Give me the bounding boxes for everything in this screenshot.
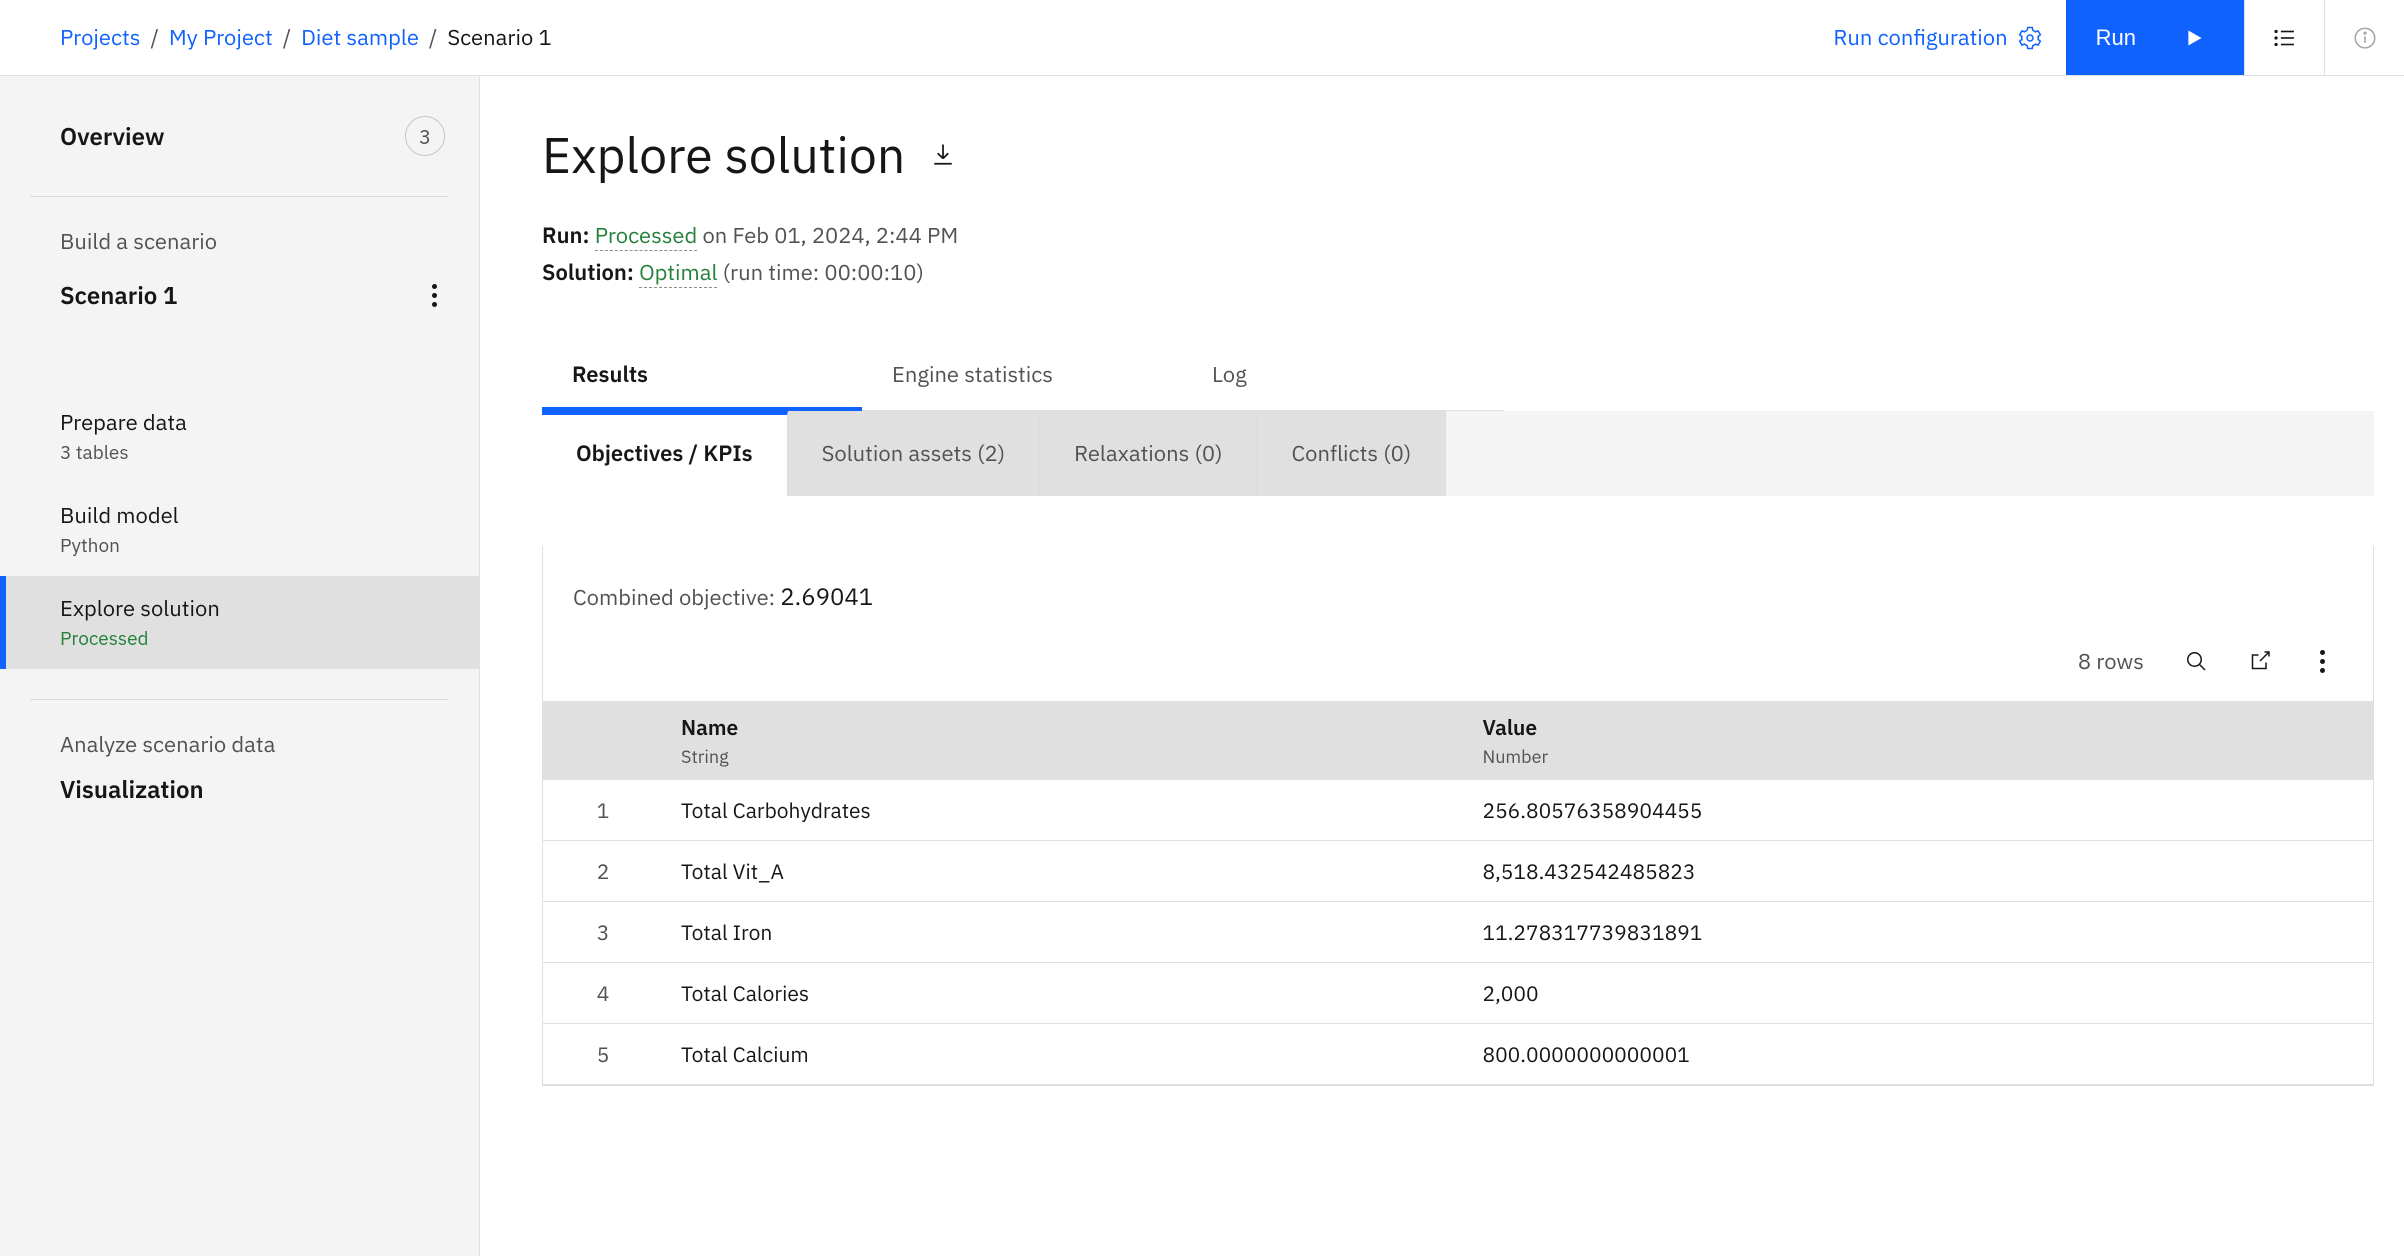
solution-status: Optimal <box>639 258 717 288</box>
row-name: Total Iron <box>663 901 1464 962</box>
sidebar-overview[interactable]: Overview 3 <box>0 106 479 166</box>
tab-engine-statistics[interactable]: Engine statistics <box>862 342 1182 410</box>
sidebar-build-label: Build a scenario <box>0 227 479 256</box>
row-index: 5 <box>543 1023 663 1084</box>
run-configuration-link[interactable]: Run configuration <box>1809 0 2065 75</box>
objectives-panel: Combined objective: 2.69041 8 rows <box>542 546 2374 1086</box>
run-status: Processed <box>595 221 698 251</box>
search-icon[interactable] <box>2184 649 2208 673</box>
list-toggle-button[interactable] <box>2244 0 2324 75</box>
run-label: Run: <box>542 221 590 250</box>
overview-count-badge: 3 <box>405 116 445 156</box>
tab-relaxations[interactable]: Relaxations (0) <box>1040 411 1257 496</box>
overflow-menu-icon[interactable] <box>424 276 445 315</box>
combined-objective: Combined objective: 2.69041 <box>543 580 2373 612</box>
solution-runtime: (run time: 00:00:10) <box>723 258 924 287</box>
play-icon <box>2184 28 2204 48</box>
export-icon[interactable] <box>2248 649 2272 673</box>
row-index: 1 <box>543 780 663 841</box>
run-meta: Run: Processed on Feb 01, 2024, 2:44 PM … <box>542 217 2374 292</box>
list-icon <box>2272 25 2298 51</box>
page-title: Explore solution <box>542 122 905 187</box>
column-header-name[interactable]: Name String <box>663 701 1464 780</box>
tab-objectives-kpis[interactable]: Objectives / KPIs <box>542 411 788 496</box>
row-name: Total Calcium <box>663 1023 1464 1084</box>
sidebar-analyze-label: Analyze scenario data <box>0 730 479 759</box>
column-type: Number <box>1482 745 2355 768</box>
kpi-table: Name String Value Number 1 Tota <box>543 701 2373 1085</box>
run-button[interactable]: Run <box>2066 0 2244 75</box>
sidebar-scenario-label: Scenario 1 <box>60 279 177 311</box>
row-value: 11.278317739831891 <box>1464 901 2373 962</box>
row-value: 800.0000000000001 <box>1464 1023 2373 1084</box>
row-name: Total Vit_A <box>663 840 1464 901</box>
secondary-tabs: Objectives / KPIs Solution assets (2) Re… <box>542 411 2374 496</box>
row-value: 256.80576358904455 <box>1464 780 2373 841</box>
info-button[interactable] <box>2324 0 2404 75</box>
nav-title: Explore solution <box>60 594 419 623</box>
combined-objective-value: 2.69041 <box>780 580 873 612</box>
main-content: Explore solution Run: Processed on Feb 0… <box>480 76 2404 1256</box>
sidebar-scenario[interactable]: Scenario 1 <box>0 270 479 320</box>
row-index: 4 <box>543 962 663 1023</box>
column-header-index <box>543 701 663 780</box>
table-row[interactable]: 4 Total Calories 2,000 <box>543 962 2373 1023</box>
row-index: 2 <box>543 840 663 901</box>
table-row[interactable]: 5 Total Calcium 800.0000000000001 <box>543 1023 2373 1084</box>
combined-objective-label: Combined objective: <box>573 583 775 612</box>
sidebar-item-prepare-data[interactable]: Prepare data 3 tables <box>0 390 479 483</box>
row-name: Total Carbohydrates <box>663 780 1464 841</box>
nav-subtitle: Processed <box>60 627 419 651</box>
sidebar: Overview 3 Build a scenario Scenario 1 P… <box>0 76 480 1256</box>
run-button-label: Run <box>2096 25 2136 51</box>
gear-icon <box>2018 26 2042 50</box>
topbar: Projects / My Project / Diet sample / Sc… <box>0 0 2404 76</box>
table-row[interactable]: 1 Total Carbohydrates 256.80576358904455 <box>543 780 2373 841</box>
table-row[interactable]: 2 Total Vit_A 8,518.432542485823 <box>543 840 2373 901</box>
nav-title: Prepare data <box>60 408 419 437</box>
sidebar-divider <box>30 699 449 700</box>
run-timestamp: on Feb 01, 2024, 2:44 PM <box>702 221 958 250</box>
sidebar-item-build-model[interactable]: Build model Python <box>0 483 479 576</box>
breadcrumb-current: Scenario 1 <box>447 23 551 52</box>
rows-count-label: 8 rows <box>2078 647 2144 676</box>
column-type: String <box>681 745 1446 768</box>
overflow-menu-icon[interactable] <box>2312 642 2333 681</box>
breadcrumb-projects[interactable]: Projects <box>60 23 140 52</box>
solution-label: Solution: <box>542 258 634 287</box>
tab-log[interactable]: Log <box>1182 342 1502 410</box>
primary-tabs: Results Engine statistics Log <box>542 342 1504 411</box>
tab-conflicts[interactable]: Conflicts (0) <box>1257 411 1446 496</box>
table-row[interactable]: 3 Total Iron 11.278317739831891 <box>543 901 2373 962</box>
nav-subtitle: Python <box>60 534 419 558</box>
sidebar-divider <box>30 196 449 197</box>
breadcrumb-separator: / <box>150 23 158 52</box>
breadcrumb-my-project[interactable]: My Project <box>169 23 273 52</box>
table-toolbar: 8 rows <box>543 612 2373 701</box>
row-value: 2,000 <box>1464 962 2373 1023</box>
breadcrumb-diet-sample[interactable]: Diet sample <box>301 23 419 52</box>
nav-title: Build model <box>60 501 419 530</box>
sidebar-item-visualization[interactable]: Visualization <box>0 773 479 805</box>
info-icon <box>2352 25 2378 51</box>
breadcrumb-separator: / <box>283 23 291 52</box>
run-configuration-label: Run configuration <box>1833 23 2007 52</box>
tab-results[interactable]: Results <box>542 342 862 411</box>
nav-subtitle: 3 tables <box>60 441 419 465</box>
download-icon[interactable] <box>929 141 957 169</box>
sidebar-overview-label: Overview <box>60 120 165 152</box>
row-value: 8,518.432542485823 <box>1464 840 2373 901</box>
breadcrumb: Projects / My Project / Diet sample / Sc… <box>0 23 552 52</box>
breadcrumb-separator: / <box>429 23 437 52</box>
column-header-value[interactable]: Value Number <box>1464 701 2373 780</box>
row-name: Total Calories <box>663 962 1464 1023</box>
sidebar-item-explore-solution[interactable]: Explore solution Processed <box>0 576 479 669</box>
row-index: 3 <box>543 901 663 962</box>
tab-solution-assets[interactable]: Solution assets (2) <box>788 411 1041 496</box>
